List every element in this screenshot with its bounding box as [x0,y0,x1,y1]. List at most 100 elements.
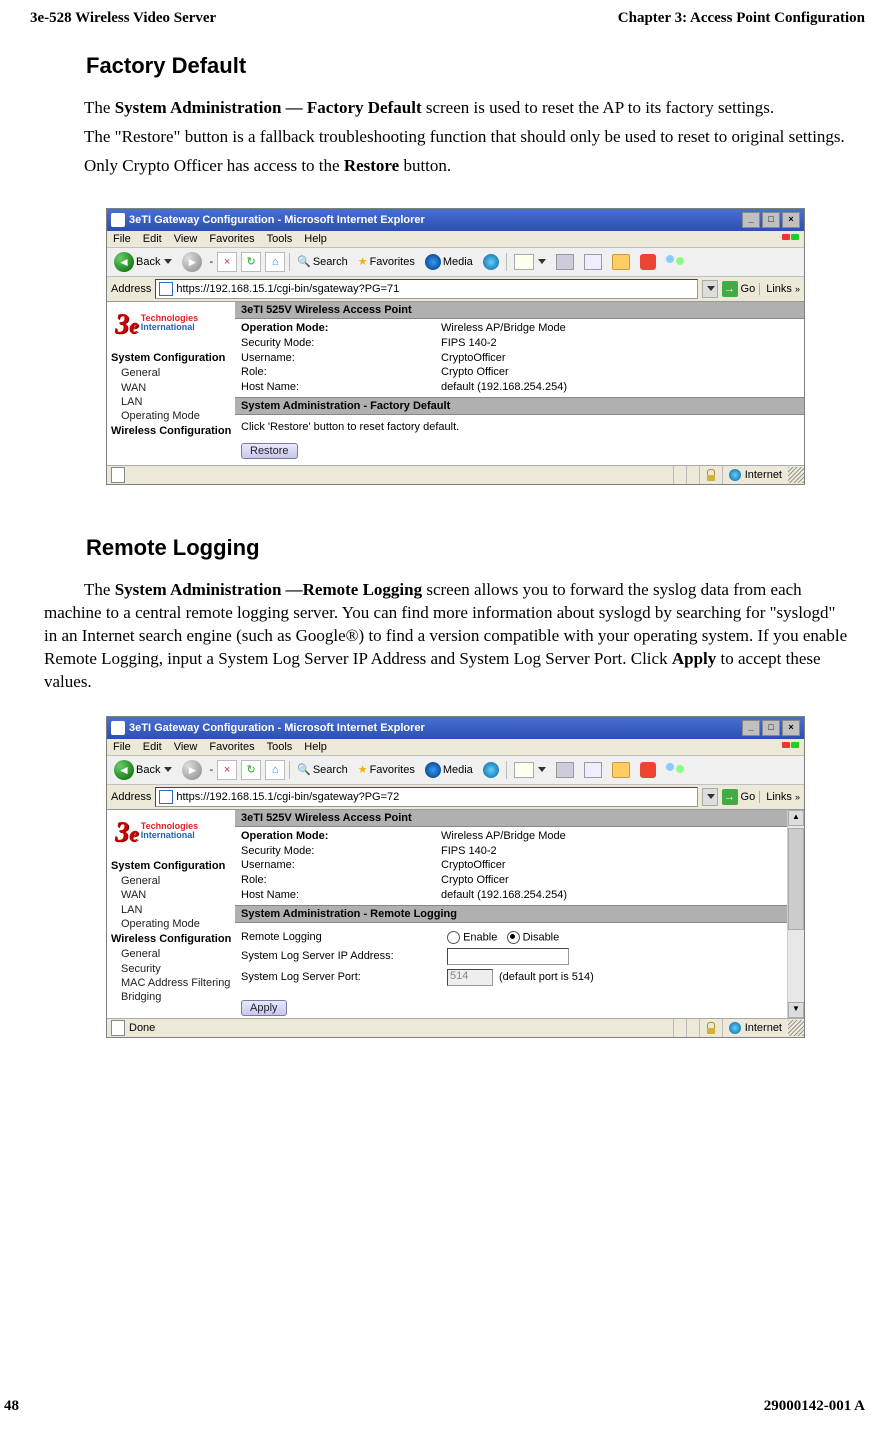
maximize-button[interactable]: □ [762,720,780,736]
menu-view[interactable]: View [174,233,198,245]
info-sec-mode-value: FIPS 140-2 [441,844,497,859]
stop-button[interactable]: × [217,760,237,780]
menu-favorites[interactable]: Favorites [209,741,254,753]
resize-grip[interactable] [788,467,804,483]
links-label[interactable]: Links » [759,283,800,295]
sidebar-item-operating-mode[interactable]: Operating Mode [121,917,235,931]
minimize-button[interactable]: _ [742,720,760,736]
folder-button[interactable] [609,253,633,271]
restore-button[interactable]: Restore [241,443,298,459]
sidebar-item-wan[interactable]: WAN [121,888,235,902]
history-button[interactable] [480,253,502,271]
sidebar-item-bridging[interactable]: Bridging [121,990,235,1004]
media-button[interactable]: Media [422,761,476,779]
logo: 3e TechnologiesInternational [111,814,235,858]
search-button[interactable]: 🔍Search [294,254,351,269]
go-button[interactable]: →Go [722,789,756,805]
print-button[interactable] [553,253,577,271]
sidebar-wireless-config[interactable]: Wireless Configuration [111,933,235,945]
window-title: 3eTI Gateway Configuration - Microsoft I… [129,214,425,226]
go-button[interactable]: →Go [722,281,756,297]
links-label[interactable]: Links » [759,791,800,803]
globe-icon [729,1022,741,1034]
sidebar-system-config[interactable]: System Configuration [111,860,235,872]
close-button[interactable]: × [782,212,800,228]
forward-button[interactable]: ► [179,251,205,273]
sidebar-item-lan[interactable]: LAN [121,395,235,409]
menu-help[interactable]: Help [304,741,327,753]
forward-button[interactable]: ► [179,759,205,781]
refresh-button[interactable]: ↻ [241,252,261,272]
sidebar-item-general[interactable]: General [121,366,235,380]
mail-button[interactable] [511,253,549,271]
sidebar-item-wl-general[interactable]: General [121,947,235,961]
sidebar-system-config[interactable]: System Configuration [111,352,235,364]
refresh-button[interactable]: ↻ [241,760,261,780]
address-input[interactable]: https://192.168.15.1/cgi-bin/sgateway?PG… [155,279,697,299]
print-button[interactable] [553,761,577,779]
info-username-value: CryptoOfficer [441,858,506,873]
messenger-button[interactable] [637,761,659,779]
people-button[interactable] [663,254,687,270]
logo: 3e TechnologiesInternational [111,306,235,350]
history-button[interactable] [480,761,502,779]
menu-favorites[interactable]: Favorites [209,233,254,245]
menu-tools[interactable]: Tools [267,741,293,753]
back-button[interactable]: ◄Back [111,251,175,273]
history-icon [483,254,499,270]
address-dropdown[interactable] [702,788,718,806]
search-button[interactable]: 🔍Search [294,762,351,777]
sidebar-item-lan[interactable]: LAN [121,903,235,917]
menu-edit[interactable]: Edit [143,233,162,245]
radio-disable[interactable] [507,931,520,944]
menu-file[interactable]: File [113,233,131,245]
favorites-button[interactable]: ★Favorites [355,762,418,777]
edit-button[interactable] [581,253,605,271]
remote-logging-label: Remote Logging [241,931,441,943]
scroll-up-button[interactable]: ▲ [788,810,804,826]
apply-button[interactable]: Apply [241,1000,287,1016]
info-username-label: Username: [241,858,441,873]
menu-view[interactable]: View [174,741,198,753]
log-server-ip-input[interactable] [447,948,569,965]
page-icon [159,790,173,804]
radio-enable[interactable] [447,931,460,944]
menu-file[interactable]: File [113,741,131,753]
address-url: https://192.168.15.1/cgi-bin/sgateway?PG… [176,791,399,803]
maximize-button[interactable]: □ [762,212,780,228]
favorites-button[interactable]: ★Favorites [355,254,418,269]
sidebar-item-wan[interactable]: WAN [121,381,235,395]
sidebar-wireless-config[interactable]: Wireless Configuration [111,425,235,437]
mail-button[interactable] [511,761,549,779]
media-icon [425,254,441,270]
resize-grip[interactable] [788,1020,804,1036]
scrollbar[interactable]: ▲ ▼ [787,810,804,1018]
messenger-icon [640,762,656,778]
address-input[interactable]: https://192.168.15.1/cgi-bin/sgateway?PG… [155,787,697,807]
sidebar-item-wl-security[interactable]: Security [121,962,235,976]
log-server-port-input[interactable]: 514 [447,969,493,986]
messenger-button[interactable] [637,253,659,271]
address-dropdown[interactable] [702,280,718,298]
scroll-thumb[interactable] [788,828,804,930]
sidebar-item-general[interactable]: General [121,874,235,888]
home-button[interactable]: ⌂ [265,760,285,780]
home-button[interactable]: ⌂ [265,252,285,272]
menu-tools[interactable]: Tools [267,233,293,245]
sidebar-item-mac-filtering[interactable]: MAC Address Filtering [121,976,235,990]
menu-help[interactable]: Help [304,233,327,245]
minimize-button[interactable]: _ [742,212,760,228]
sidebar-item-operating-mode[interactable]: Operating Mode [121,409,235,423]
media-button[interactable]: Media [422,253,476,271]
people-button[interactable] [663,762,687,778]
edit-button[interactable] [581,761,605,779]
stop-button[interactable]: × [217,252,237,272]
close-button[interactable]: × [782,720,800,736]
folder-button[interactable] [609,761,633,779]
info-username-value: CryptoOfficer [441,351,506,366]
back-button[interactable]: ◄Back [111,759,175,781]
section-title: System Administration - Factory Default [235,397,804,415]
menu-edit[interactable]: Edit [143,741,162,753]
edit-icon [584,762,602,778]
scroll-down-button[interactable]: ▼ [788,1002,804,1018]
